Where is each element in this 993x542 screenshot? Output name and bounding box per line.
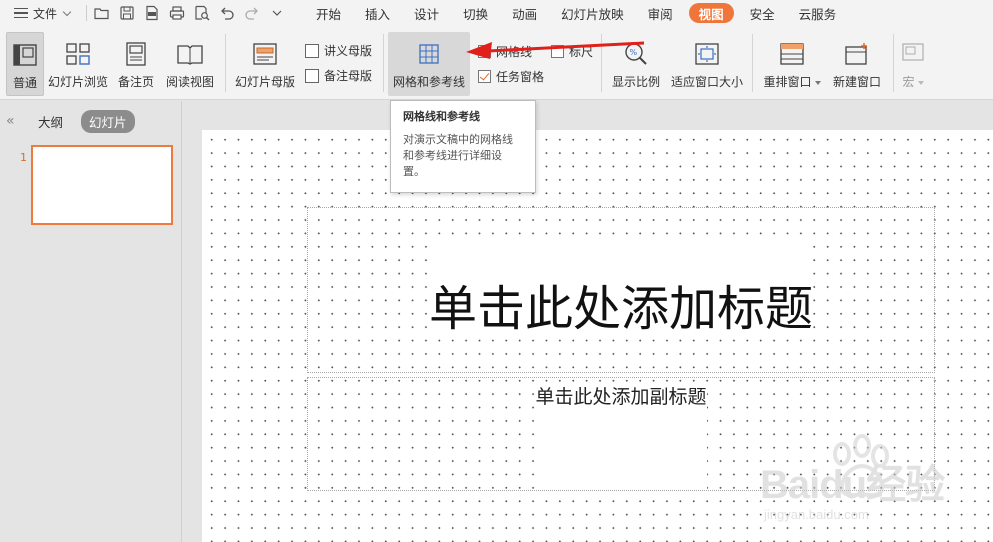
handout-master-button[interactable]: 讲义母版 xyxy=(305,42,372,59)
slide-thumbnail[interactable] xyxy=(31,145,173,225)
redo-icon[interactable] xyxy=(243,4,261,22)
tab-transitions[interactable]: 切换 xyxy=(451,0,500,26)
slide-number: 1 xyxy=(20,151,27,164)
tooltip-title: 网格线和参考线 xyxy=(403,110,480,123)
normal-view-icon xyxy=(12,42,38,68)
grid-guides-label: 网格和参考线 xyxy=(392,75,465,89)
handout-master-label: 讲义母版 xyxy=(324,44,373,58)
reading-view-icon xyxy=(177,41,203,67)
task-pane-checkbox-box[interactable] xyxy=(478,70,491,83)
file-menu[interactable]: 文件 xyxy=(0,0,80,26)
fit-window-button[interactable]: 适应窗口大小 xyxy=(668,32,746,96)
watermark-brand: Baidu经验 xyxy=(760,463,945,507)
grid-guides-button[interactable]: 网格和参考线 xyxy=(388,32,470,96)
tab-cloud-services[interactable]: 云服务 xyxy=(787,0,849,26)
new-window-button[interactable]: 新建窗口 xyxy=(828,32,886,96)
fit-window-icon xyxy=(694,41,720,67)
divider xyxy=(383,34,384,92)
panel-header: « 大纲 幻灯片 xyxy=(0,101,181,141)
tab-design[interactable]: 设计 xyxy=(402,0,451,26)
new-window-label: 新建窗口 xyxy=(832,75,881,89)
chevron-down-icon xyxy=(62,7,72,16)
grid-guides-tooltip: 网格线和参考线 对演示文稿中的网格线 和参考线进行详细设 置。 xyxy=(390,100,536,193)
title-placeholder[interactable]: 单击此处添加标题 xyxy=(307,207,935,373)
file-menu-label: 文件 xyxy=(33,6,58,21)
ribbon-tabs: 开始 插入 设计 切换 动画 幻灯片放映 审阅 视图 安全 云服务 xyxy=(304,0,848,26)
slides-panel: « 大纲 幻灯片 1 xyxy=(0,101,182,542)
zoom-label: 显示比例 xyxy=(611,75,660,89)
handout-master-icon xyxy=(305,43,319,58)
notes-page-icon xyxy=(123,41,149,67)
tab-slideshow[interactable]: 幻灯片放映 xyxy=(549,0,636,26)
divider xyxy=(86,5,88,21)
fit-window-label: 适应窗口大小 xyxy=(670,75,743,89)
macro-text: 宏 xyxy=(902,75,915,89)
save-icon[interactable] xyxy=(118,4,136,22)
reading-view-label: 阅读视图 xyxy=(165,75,214,89)
tab-security[interactable]: 安全 xyxy=(738,0,787,26)
tab-animations[interactable]: 动画 xyxy=(500,0,549,26)
macro-button[interactable]: 宏 xyxy=(898,32,928,96)
notes-page-button[interactable]: 备注页 xyxy=(114,32,158,96)
tab-view[interactable]: 视图 xyxy=(688,3,734,23)
slide-sorter-label: 幻灯片浏览 xyxy=(47,75,108,89)
arrange-window-text: 重排窗口 xyxy=(763,75,812,89)
open-folder-icon[interactable] xyxy=(93,4,111,22)
tooltip-body: 对演示文稿中的网格线 和参考线进行详细设 置。 xyxy=(403,132,523,180)
tooltip-line: 和参考线进行详细设 xyxy=(403,149,502,162)
notes-master-label: 备注母版 xyxy=(324,69,373,83)
hamburger-icon xyxy=(14,7,28,19)
normal-view-button[interactable]: 普通 xyxy=(6,32,44,96)
slide-master-label: 幻灯片母版 xyxy=(234,75,295,89)
slide-sorter-icon xyxy=(65,41,91,67)
tab-outline[interactable]: 大纲 xyxy=(30,110,71,133)
subtitle-placeholder-text: 单击此处添加副标题 xyxy=(535,382,707,490)
arrange-window-label: 重排窗口 xyxy=(763,73,821,90)
macro-label: 宏 xyxy=(902,73,924,90)
tab-home[interactable]: 开始 xyxy=(304,0,353,26)
undo-icon[interactable] xyxy=(218,4,236,22)
tab-insert[interactable]: 插入 xyxy=(353,0,402,26)
menu-bar: 文件 开始 插入 设计 切换 动画 幻灯片放映 审阅 视图 安全 云服务 xyxy=(0,0,993,26)
baidu-watermark: Baidu经验 jingyan.baidu.com xyxy=(760,432,990,540)
arrange-window-icon xyxy=(779,41,805,67)
divider xyxy=(893,34,894,92)
slide-master-button[interactable]: 幻灯片母版 xyxy=(232,32,298,96)
grid-icon xyxy=(416,41,442,67)
watermark-url: jingyan.baidu.com xyxy=(764,507,869,522)
dropdown-arrow-icon xyxy=(917,80,924,85)
customize-toolbar-icon[interactable] xyxy=(268,4,286,22)
quick-access-toolbar xyxy=(93,4,304,22)
reading-view-button[interactable]: 阅读视图 xyxy=(162,32,218,96)
notes-master-icon xyxy=(305,68,319,83)
annotation-arrow-icon xyxy=(466,41,645,59)
slide-master-icon xyxy=(252,41,278,67)
tab-slides[interactable]: 幻灯片 xyxy=(81,109,135,133)
task-pane-checkbox[interactable]: 任务窗格 xyxy=(478,68,544,85)
print-icon[interactable] xyxy=(168,4,186,22)
slide-sorter-button[interactable]: 幻灯片浏览 xyxy=(46,32,110,96)
divider xyxy=(752,34,753,92)
notes-page-label: 备注页 xyxy=(117,75,154,89)
notes-master-button[interactable]: 备注母版 xyxy=(305,67,372,84)
macro-icon xyxy=(900,41,926,67)
task-pane-label: 任务窗格 xyxy=(496,70,545,84)
export-pdf-icon[interactable] xyxy=(143,4,161,22)
divider xyxy=(225,34,226,92)
print-preview-icon[interactable] xyxy=(193,4,211,22)
dropdown-arrow-icon xyxy=(814,80,821,85)
tooltip-line: 对演示文稿中的网格线 xyxy=(403,133,513,146)
tab-review[interactable]: 审阅 xyxy=(636,0,685,26)
title-placeholder-text: 单击此处添加标题 xyxy=(428,241,813,339)
tooltip-line: 置。 xyxy=(403,165,425,178)
arrange-window-button[interactable]: 重排窗口 xyxy=(760,32,824,96)
new-window-icon xyxy=(844,41,870,67)
collapse-panel-icon[interactable]: « xyxy=(6,113,20,129)
normal-view-label: 普通 xyxy=(12,76,37,90)
